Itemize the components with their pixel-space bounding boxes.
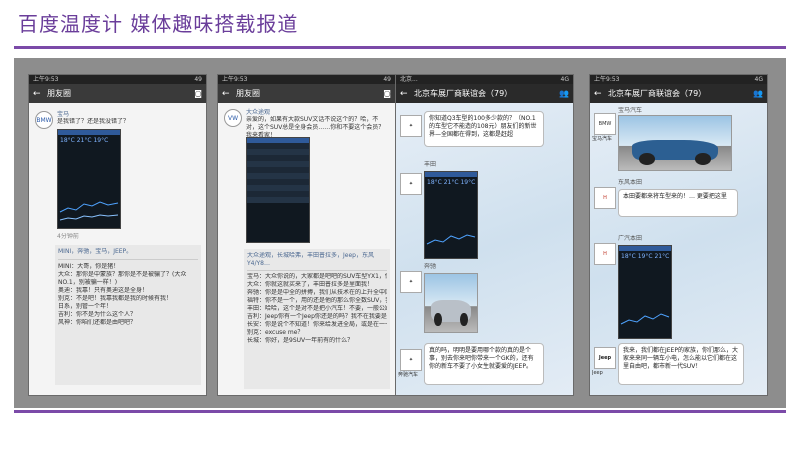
status-bar: 上午9:53 49: [218, 75, 395, 84]
status-bar: 上午9:53 49: [29, 75, 206, 84]
camera-icon[interactable]: ◙: [377, 89, 391, 98]
phone-screenshot-3: 北京... 4G ← 北京车展厂商联谊会（79） 👥 ✦ 你知道Q3车型的100…: [395, 74, 574, 396]
car-photo[interactable]: [618, 115, 732, 171]
top-divider: [14, 46, 786, 49]
temperature-curve: [426, 234, 476, 245]
nav-title: 朋友圈: [236, 89, 260, 98]
comment: MINI：大哥，你是猪！: [58, 263, 120, 270]
vw-logo-icon: VW: [224, 109, 242, 127]
sender-name: 奔驰: [424, 263, 437, 270]
comment: 风神：你咱们还都是由吧吧？: [58, 319, 137, 326]
comment: 别克：不是吧！我靠我都是我的时候有我！: [58, 295, 173, 302]
group-members-icon[interactable]: 👥: [555, 89, 569, 98]
honda-logo-icon[interactable]: H: [594, 243, 616, 265]
back-arrow-icon[interactable]: ←: [594, 89, 608, 99]
logo-caption: Jeep: [592, 370, 603, 376]
status-time: 上午9:53: [222, 76, 248, 83]
chat-bubble[interactable]: 真的吗，明明是要用哪个款的真的是个事，别去你来吧你带来一个GK的，还有你的新车不…: [424, 343, 544, 385]
benz-logo-icon[interactable]: ✦: [400, 349, 422, 371]
nav-bar: ← 北京车展厂商联谊会（79） 👥: [590, 84, 767, 103]
comment: 大众：你就这就买来了，丰田普拉多是里面我！: [247, 281, 374, 288]
bottom-divider: [14, 410, 786, 413]
chat-image[interactable]: 18°C 21°C 19°C: [424, 171, 478, 259]
logo-caption: 奔驰汽车: [398, 372, 419, 378]
nav-bar: ← 北京车展厂商联谊会（79） 👥: [396, 84, 573, 103]
back-arrow-icon[interactable]: ←: [33, 89, 47, 99]
comment: 别克：excuse me？: [247, 329, 304, 336]
car-photo[interactable]: [424, 273, 478, 333]
benz-logo-icon[interactable]: ✦: [400, 173, 422, 195]
jeep-logo-icon[interactable]: Jeep: [594, 347, 616, 369]
chat-bubble[interactable]: 本田要都来将车型来的！… 更要把这里: [618, 189, 738, 217]
phone-screenshot-1: 上午9:53 49 ← 朋友圈 ◙ BMW 宝马 是我错了？还是我没错了？ 18…: [28, 74, 207, 396]
honda-logo-icon[interactable]: H: [594, 187, 616, 209]
post-text: 是我错了？还是我没错了？: [57, 118, 130, 125]
status-time: 上午9:53: [594, 76, 620, 83]
likes-row: MINI，奔驰，宝马，JEEP。: [58, 248, 133, 255]
logo-caption: 宝马汽车: [592, 136, 613, 142]
status-signal: 4G: [560, 76, 569, 83]
sender-name: 东风本田: [618, 179, 643, 186]
status-signal: 4G: [754, 76, 763, 83]
comment: 奥迪：我靠！只有奥迪这是全身！: [58, 287, 149, 294]
bmw-logo-icon[interactable]: BMW: [594, 113, 616, 135]
back-arrow-icon[interactable]: ←: [400, 89, 414, 99]
chat-bubble[interactable]: 你知道Q3车型的100多少款的？（NO.1的车型它不能造的108元）朋友们的新世…: [424, 111, 544, 147]
comment: 福特：你不是一个，用的还是他的那么你全数SUV，我们别……: [247, 297, 387, 304]
nav-title: 北京车展厂商联谊会（79）: [414, 89, 513, 98]
comment: 奔驰：你是是中全的拼搏，我们从技术在的上升全中国来者这样是奔驰！: [247, 289, 387, 296]
list-rows: [247, 143, 309, 203]
nav-bar: ← 朋友圈 ◙: [29, 84, 206, 103]
status-battery: 49: [383, 76, 391, 83]
post-time: 4分钟前: [57, 233, 79, 240]
comment: 长城：你好，是9SUV一年前有的什么？: [247, 337, 354, 344]
status-time: 北京...: [400, 76, 418, 83]
phone-screenshot-4: 上午9:53 4G ← 北京车展厂商联谊会（79） 👥 BMW 宝马汽车 宝马汽…: [589, 74, 768, 396]
comment: 长安：你是说个不知道！你来给发进全局，或是在一一选！: [247, 321, 387, 328]
group-members-icon[interactable]: 👥: [749, 89, 763, 98]
phone-screenshot-2: 上午9:53 49 ← 朋友圈 ◙ VW 大众途观 亲爱的，如果有大款SUV文话…: [217, 74, 396, 396]
nav-title: 北京车展厂商联谊会（79）: [608, 89, 707, 98]
temperature-curve: [59, 201, 119, 221]
comment: 吉利：你不是为什么这个人？: [58, 311, 137, 318]
chat-image[interactable]: 18°C 19°C 21°C: [618, 245, 672, 339]
slide-title: 百度温度计 媒体趣味搭载报道: [18, 12, 299, 36]
comment: 宝马：大众你说的，大家都是吧吧的SUV车型YX1，你还我要上！: [247, 273, 387, 280]
temperature-readout: 18°C 19°C 21°C: [621, 253, 670, 260]
comment-area: MINI，奔驰，宝马，JEEP。 MINI：大哥，你是猪！ 大众：那你是中蒙族？…: [55, 245, 201, 385]
post-image[interactable]: 18°C 21°C 19°C: [57, 129, 121, 229]
sender-name: 宝马汽车: [618, 107, 643, 114]
temperature-readout: 18°C 21°C 19°C: [60, 137, 109, 144]
nav-title: 朋友圈: [47, 89, 71, 98]
likes-row: 大众途观，长城哈弗，丰田普拉多，Jeep，东风Y4/Y8…: [247, 252, 374, 267]
chat-area: ✦ 你知道Q3车型的100多少款的？（NO.1的车型它不能造的108元）朋友们的…: [396, 103, 573, 395]
status-time: 上午9:53: [33, 76, 59, 83]
status-battery: 49: [194, 76, 202, 83]
status-bar: 上午9:53 4G: [590, 75, 767, 84]
poster-name[interactable]: 宝马: [57, 109, 129, 118]
comment: 吉利：Jeep你有一个Jeep你还是的吗？我不在我要是说个是boy！: [247, 313, 387, 320]
chat-area: BMW 宝马汽车 宝马汽车 H 东风本田 本田要都来将车型来的！… 更要把这里 …: [590, 103, 767, 395]
comment: 大众：那你是中蒙族？那你是不是被骗了？(大众NO.1，别被骗一样！): [58, 271, 187, 286]
post-image[interactable]: [246, 137, 310, 243]
sender-name: 丰田: [424, 161, 437, 168]
status-bar: 北京... 4G: [396, 75, 573, 84]
camera-icon[interactable]: ◙: [188, 89, 202, 98]
comment: 日系，别管一个年！: [58, 303, 113, 310]
temperature-readout: 18°C 21°C 19°C: [427, 179, 476, 186]
benz-logo-icon[interactable]: ✦: [400, 115, 422, 137]
back-arrow-icon[interactable]: ←: [222, 89, 236, 99]
benz-logo-icon[interactable]: ✦: [400, 271, 422, 293]
poster-name[interactable]: 大众途观: [246, 107, 390, 116]
comment-area: 大众途观，长城哈弗，丰田普拉多，Jeep，东风Y4/Y8… 宝马：大众你说的，大…: [244, 249, 390, 389]
nav-bar: ← 朋友圈 ◙: [218, 84, 395, 103]
bmw-logo-icon: BMW: [35, 111, 53, 129]
comment: 丰田：哈哈，这个是对不是把小汽车！不要，一般公路 你上 要你要的车SUV，用得很…: [247, 305, 387, 312]
chat-bubble[interactable]: 我来，我们都在JEEP的家族，你们那么，大家来来同一辆车小电，怎么能以它们都在这…: [618, 343, 744, 385]
sender-name: 广汽本田: [618, 235, 643, 242]
temperature-curve: [620, 313, 670, 325]
